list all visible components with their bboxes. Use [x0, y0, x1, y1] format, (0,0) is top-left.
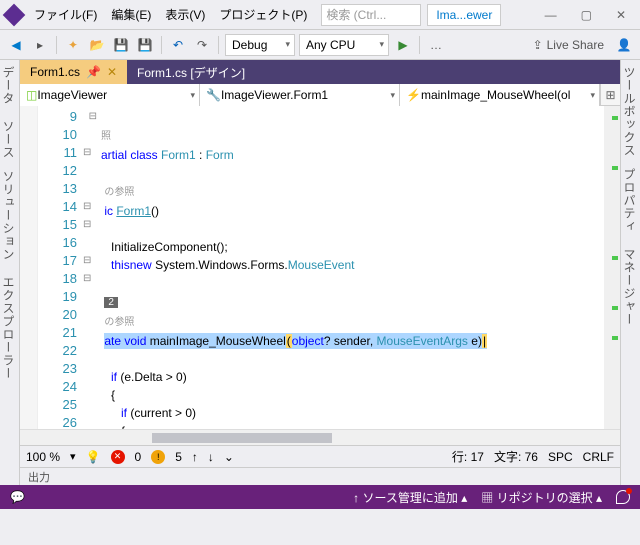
lightbulb-icon[interactable]: 💡: [86, 450, 101, 464]
save-all-icon[interactable]: 💾: [135, 35, 155, 55]
run-icon[interactable]: ▶: [393, 35, 413, 55]
repo-select[interactable]: ▦ リポジトリの選択 ▴: [481, 489, 602, 506]
menu-file[interactable]: ファイル(F): [28, 3, 103, 26]
warn-icon[interactable]: !: [151, 450, 165, 464]
source-control[interactable]: ↑ ソース管理に追加 ▴: [353, 489, 467, 506]
menu-edit[interactable]: 編集(E): [105, 3, 157, 26]
menu-view[interactable]: 表示(V): [159, 3, 211, 26]
menu-project[interactable]: プロジェクト(P): [213, 3, 313, 26]
vs-logo-icon: [3, 3, 26, 26]
undo-icon[interactable]: ↶: [168, 35, 188, 55]
split-icon[interactable]: ⊞: [600, 84, 620, 105]
tab-form1-design[interactable]: Form1.cs [デザイン]: [127, 60, 255, 84]
tab-form1-cs[interactable]: Form1.cs 📌 ✕: [20, 60, 127, 84]
config-combo[interactable]: Debug: [225, 34, 295, 56]
caret-line: 行: 17: [452, 448, 484, 465]
pin-icon[interactable]: 📌: [86, 65, 101, 79]
maximize-button[interactable]: ▢: [573, 4, 600, 26]
nav-down-icon[interactable]: ↓: [208, 450, 214, 464]
step-icon[interactable]: …: [426, 35, 446, 55]
eol-mode[interactable]: CRLF: [583, 450, 614, 464]
indent-mode[interactable]: SPC: [548, 450, 573, 464]
nav-class[interactable]: 🔧 ImageViewer.Form1: [200, 84, 400, 106]
solution-title[interactable]: Ima...ewer: [427, 4, 501, 26]
hscroll[interactable]: [20, 429, 620, 445]
search-input[interactable]: 検索 (Ctrl...: [321, 4, 421, 26]
sidetab-left[interactable]: データ ソース ソリューション エクスプローラー: [0, 60, 20, 485]
share-icon: ⇪: [533, 38, 543, 52]
redo-icon[interactable]: ↷: [192, 35, 212, 55]
open-icon[interactable]: 📂: [87, 35, 107, 55]
caret-col: 文字: 76: [494, 448, 538, 465]
platform-combo[interactable]: Any CPU: [299, 34, 389, 56]
nav-back-icon[interactable]: ◀: [6, 35, 26, 55]
main-menu: ファイル(F) 編集(E) 表示(V) プロジェクト(P): [28, 3, 313, 26]
close-button[interactable]: ✕: [608, 4, 634, 26]
live-share-button[interactable]: ⇪ Live Share: [527, 38, 610, 52]
admin-icon[interactable]: 👤: [614, 35, 634, 55]
close-tab-icon[interactable]: ✕: [107, 65, 117, 79]
new-project-icon[interactable]: ✦: [63, 35, 83, 55]
minimize-button[interactable]: —: [537, 4, 565, 26]
code-editor[interactable]: 9101112131415161718192021222324252627282…: [20, 106, 620, 429]
find-icon[interactable]: ⌄: [224, 450, 234, 464]
zoom-combo[interactable]: 100 %: [26, 450, 60, 464]
notifications-icon[interactable]: [616, 490, 630, 504]
nav-up-icon[interactable]: ↑: [192, 450, 198, 464]
save-icon[interactable]: 💾: [111, 35, 131, 55]
nav-fwd-icon[interactable]: ▸: [30, 35, 50, 55]
sidetab-right[interactable]: ツールボックス プロパティ マネージャー: [620, 60, 640, 485]
vscroll[interactable]: [604, 106, 620, 429]
output-panel-header[interactable]: 出力: [20, 467, 620, 485]
error-icon[interactable]: ✕: [111, 450, 125, 464]
nav-member[interactable]: ⚡ mainImage_MouseWheel(ol: [400, 84, 600, 106]
nav-namespace[interactable]: ◫ ImageViewer: [20, 84, 200, 106]
feedback-icon[interactable]: 💬: [10, 490, 25, 504]
document-tabs: Form1.cs 📌 ✕ Form1.cs [デザイン]: [20, 60, 620, 84]
